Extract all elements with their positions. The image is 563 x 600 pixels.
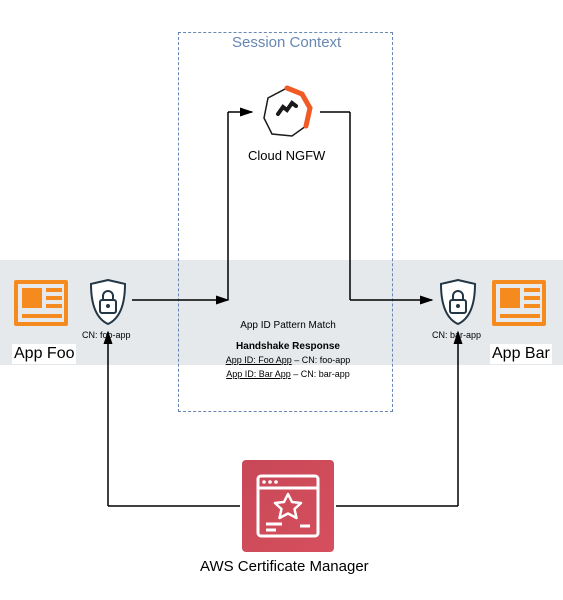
cn-bar-label: CN: bar-app [432,330,481,340]
handshake-line-1: App ID: Foo App – CN: foo-app [226,354,351,368]
app-foo-icon [14,280,68,326]
app-foo-label: App Foo [12,344,76,364]
cn-foo-label: CN: foo-app [82,330,131,340]
app-bar-label: App Bar [490,344,552,364]
handshake-line-2: App ID: Bar App – CN: bar-app [226,368,350,382]
acm-icon [242,460,334,552]
pattern-match-header: App ID Pattern Match [208,318,368,333]
acm-label: AWS Certificate Manager [200,558,369,575]
handshake-title: Handshake Response [208,339,368,354]
pattern-match-block: App ID Pattern Match Handshake Response … [208,318,368,381]
app-bar-icon [492,280,546,326]
shield-foo-icon [88,278,128,326]
shield-bar-icon [438,278,478,326]
session-context-title: Session Context [232,34,341,51]
cloud-ngfw-label: Cloud NGFW [248,148,325,163]
cloud-ngfw-icon [258,84,316,142]
